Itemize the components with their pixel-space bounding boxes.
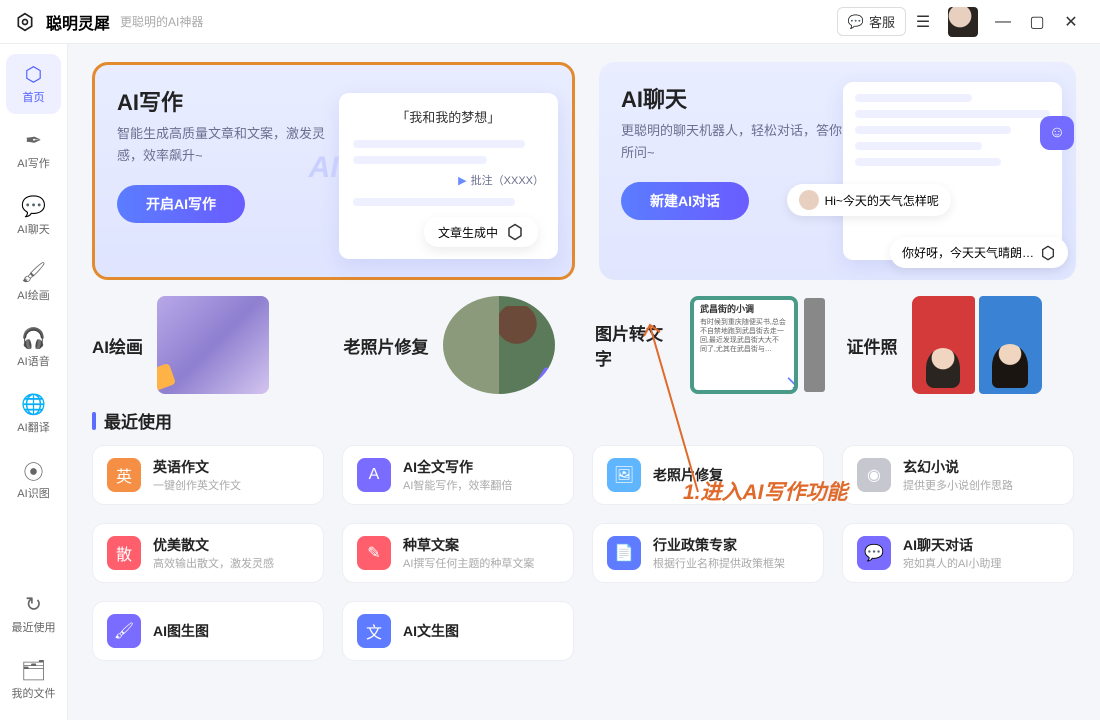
chat-bubble-right: 你好呀，今天天气晴朗…: [890, 237, 1068, 268]
app-logo: 聪明灵犀: [12, 9, 110, 35]
maximize-button[interactable]: ▢: [1020, 7, 1054, 37]
recent-card[interactable]: A AI全文写作 AI智能写作，效率翻倍: [342, 445, 574, 505]
recent-card-title: AI全文写作: [403, 457, 512, 477]
recent-card-sub: 根据行业名称提供政策框架: [653, 555, 785, 571]
ai-decor-label: AI: [309, 151, 339, 185]
recent-card[interactable]: ✎ 种草文案 AI撰写任何主题的种草文案: [342, 523, 574, 583]
customer-service-button[interactable]: 💬 客服: [837, 7, 906, 36]
recent-card-title: 玄幻小说: [903, 457, 1013, 477]
recent-card-title: AI文生图: [403, 621, 459, 641]
sidebar-item-chat[interactable]: 💬AI聊天: [6, 186, 61, 246]
recent-card-title: 英语作文: [153, 457, 241, 477]
hex-logo-icon: [12, 9, 38, 35]
chat-title: AI聊天: [621, 82, 846, 114]
recent-card-title: 种草文案: [403, 535, 534, 555]
chat-bubble-left: Hi~今天的天气怎样呢: [787, 184, 951, 216]
recent-card-title: 行业政策专家: [653, 535, 785, 555]
titlebar: 聪明灵犀 更聪明的AI神器 💬 客服 ☰ — ▢ ✕: [0, 0, 1100, 44]
sidebar-item-write[interactable]: ✒AI写作: [6, 120, 61, 180]
recent-card-icon: 散: [107, 536, 141, 570]
folder-icon: 🗂: [23, 659, 45, 681]
new-chat-button[interactable]: 新建AI对话: [621, 182, 749, 220]
recent-card-sub: 宛如真人的AI小助理: [903, 555, 1001, 571]
recent-card-icon: 💬: [857, 536, 891, 570]
sidebar-item-draw[interactable]: 🖌AI绘画: [6, 252, 61, 312]
app-name: 聪明灵犀: [46, 10, 110, 34]
recent-card-icon: A: [357, 458, 391, 492]
recent-card-sub: 一键创作英文作文: [153, 477, 241, 493]
chat-icon: 💬: [23, 195, 45, 217]
recent-card-title: AI聊天对话: [903, 535, 1001, 555]
recent-card[interactable]: 🖼 老照片修复: [592, 445, 824, 505]
recent-card-icon: 🖌: [107, 614, 141, 648]
recent-card-icon: 🖼: [607, 458, 641, 492]
history-icon: ↻: [23, 593, 45, 615]
recent-card[interactable]: 散 优美散文 高效输出散文，激发灵感: [92, 523, 324, 583]
sidebar: ⬡首页 ✒AI写作 💬AI聊天 🖌AI绘画 🎧AI语音 🌐AI翻译 ⦿AI识图 …: [0, 44, 68, 720]
recent-card-icon: ◉: [857, 458, 891, 492]
recent-card-icon: 英: [107, 458, 141, 492]
recent-card-icon: ✎: [357, 536, 391, 570]
recent-card[interactable]: 文 AI文生图: [342, 601, 574, 661]
sidebar-item-recent[interactable]: ↻最近使用: [6, 584, 61, 644]
recent-card-sub: AI智能写作，效率翻倍: [403, 477, 512, 493]
menu-icon[interactable]: ☰: [906, 7, 940, 37]
chat-badge-icon: ☺: [1040, 116, 1074, 150]
tool-card-restore[interactable]: 老照片修复: [344, 296, 574, 394]
user-avatar[interactable]: [948, 7, 978, 37]
recent-card[interactable]: 英 英语作文 一键创作英文作文: [92, 445, 324, 505]
recent-card-sub: 提供更多小说创作思路: [903, 477, 1013, 493]
sidebar-item-files[interactable]: 🗂我的文件: [6, 650, 61, 710]
chat-desc: 更聪明的聊天机器人，轻松对话，答你所问~: [621, 120, 846, 164]
start-write-button[interactable]: 开启AI写作: [117, 185, 245, 223]
chat-bubble-icon: 💬: [848, 14, 864, 30]
image-icon: ⦿: [23, 459, 45, 481]
recent-card-title: 优美散文: [153, 535, 274, 555]
recent-card[interactable]: 💬 AI聊天对话 宛如真人的AI小助理: [842, 523, 1074, 583]
recent-card-sub: 高效输出散文，激发灵感: [153, 555, 274, 571]
tools-row: AI绘画 老照片修复 图片转文字 武昌街的小调 有时候到重庆随便买书,总会 不自…: [92, 296, 1076, 394]
write-title: AI写作: [117, 85, 342, 117]
sidebar-item-home[interactable]: ⬡首页: [6, 54, 61, 114]
recent-grid: 英 英语作文 一键创作英文作文 A AI全文写作 AI智能写作，效率翻倍 🖼 老…: [92, 445, 1076, 661]
draw-thumb: [157, 296, 269, 394]
restore-thumb: [443, 296, 555, 394]
hero-card-chat[interactable]: AI聊天 更聪明的聊天机器人，轻松对话，答你所问~ 新建AI对话 ☺ Hi~今天…: [599, 62, 1076, 280]
tool-card-ocr[interactable]: 图片转文字 武昌街的小调 有时候到重庆随便买书,总会 不自禁地跑到武昌街去走一 …: [595, 296, 825, 394]
recent-card[interactable]: 📄 行业政策专家 根据行业名称提供政策框架: [592, 523, 824, 583]
home-icon: ⬡: [23, 63, 45, 85]
recent-card-title: 老照片修复: [653, 465, 723, 485]
write-preview: AI 「我和我的梦想」 ▶批注（XXXX） 文章生成中: [339, 93, 558, 259]
recent-card-sub: AI撰写任何主题的种草文案: [403, 555, 534, 571]
minimize-button[interactable]: —: [986, 7, 1020, 37]
recent-card[interactable]: 🖌 AI图生图: [92, 601, 324, 661]
recent-card-icon: 文: [357, 614, 391, 648]
tool-card-idphoto[interactable]: 证件照: [847, 296, 1077, 394]
pen-icon: ✒: [23, 129, 45, 151]
close-button[interactable]: ✕: [1054, 7, 1088, 37]
sidebar-item-voice[interactable]: 🎧AI语音: [6, 318, 61, 378]
chat-preview: ☺ Hi~今天的天气怎样呢 你好呀，今天天气晴朗…: [843, 82, 1062, 260]
idphoto-thumb: [912, 296, 1042, 394]
tool-card-draw[interactable]: AI绘画: [92, 296, 322, 394]
recent-card[interactable]: ◉ 玄幻小说 提供更多小说创作思路: [842, 445, 1074, 505]
hero-card-write[interactable]: AI写作 智能生成高质量文章和文案，激发灵感，效率飙升~ 开启AI写作 AI 「…: [92, 62, 575, 280]
ocr-thumb: 武昌街的小调 有时候到重庆随便买书,总会 不自禁地跑到武昌街去走一 回,最近发现…: [690, 296, 798, 394]
voice-icon: 🎧: [23, 327, 45, 349]
sidebar-item-translate[interactable]: 🌐AI翻译: [6, 384, 61, 444]
recent-card-title: AI图生图: [153, 621, 209, 641]
recent-card-icon: 📄: [607, 536, 641, 570]
translate-icon: 🌐: [23, 393, 45, 415]
write-status-chip: 文章生成中: [424, 217, 538, 247]
sidebar-item-image[interactable]: ⦿AI识图: [6, 450, 61, 510]
brush-icon: 🖌: [23, 261, 45, 283]
recent-section-heading: 最近使用: [92, 408, 1076, 433]
app-subtitle: 更聪明的AI神器: [120, 13, 203, 30]
main-content: AI写作 智能生成高质量文章和文案，激发灵感，效率飙升~ 开启AI写作 AI 「…: [68, 44, 1100, 720]
